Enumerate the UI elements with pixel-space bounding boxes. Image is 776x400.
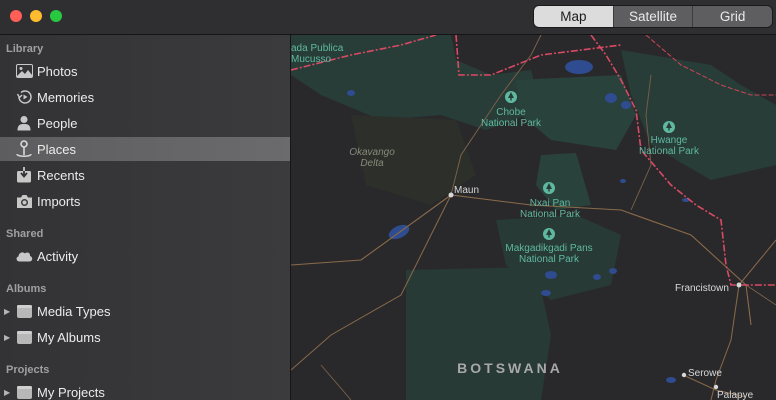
sidebar-item-places[interactable]: Places [0, 137, 290, 161]
sidebar-item-imports[interactable]: Imports [0, 189, 290, 213]
map-water [541, 290, 551, 296]
minimize-button[interactable] [30, 10, 42, 22]
southern-park-area [406, 267, 551, 400]
photos-icon [15, 62, 33, 80]
sidebar-item-label: My Albums [37, 329, 101, 345]
memories-icon [15, 88, 33, 106]
places-icon [15, 140, 33, 158]
sidebar-item-label: Media Types [37, 303, 111, 319]
sidebar-item-photos[interactable]: Photos [0, 59, 290, 83]
map-water [593, 274, 601, 280]
map-water [545, 271, 557, 279]
makgadi-label-line2: National Park [519, 254, 580, 265]
maun-label: Maun [454, 185, 479, 196]
makgadi-park-marker[interactable] [543, 228, 555, 240]
disclosure-triangle-icon[interactable]: ▶ [4, 307, 13, 316]
view-mode-segmented-control: Map Satellite Grid [534, 6, 772, 27]
people-icon [15, 114, 33, 132]
map-water [565, 60, 593, 74]
nxai-park-marker[interactable] [543, 182, 555, 194]
sidebar-item-my-albums[interactable]: ▶ My Albums [0, 325, 290, 349]
projects-section-header: Projects [6, 364, 50, 376]
makgadi-label-line1: Makgadikgadi Pans [505, 243, 592, 254]
palapye-marker[interactable] [713, 384, 719, 390]
zoom-button[interactable] [50, 10, 62, 22]
sidebar-item-label: Recents [37, 167, 85, 183]
satellite-view-button[interactable]: Satellite [612, 6, 693, 27]
folder-icon [15, 328, 33, 346]
cloud-icon [15, 247, 33, 265]
albums-section-header: Albums [6, 283, 47, 295]
sidebar: Library Photos Memories People Places Re… [0, 35, 291, 400]
serowe-marker[interactable] [681, 372, 687, 378]
francistown-label: Francistown [675, 283, 729, 294]
close-button[interactable] [10, 10, 22, 22]
sidebar-item-label: Imports [37, 193, 81, 209]
palapye-label: Palapye [717, 390, 754, 400]
nxai-label-line2: National Park [520, 209, 581, 220]
botswana-label: BOTSWANA [457, 360, 563, 376]
recents-icon [15, 166, 33, 184]
library-section-header: Library [6, 43, 44, 55]
imports-icon [15, 192, 33, 210]
map-water [621, 101, 631, 109]
hwange-label-line1: Hwange [651, 135, 688, 146]
hwange-park-marker[interactable] [663, 121, 675, 133]
nxai-label-line1: Nxai Pan [530, 198, 571, 209]
mucusso-label-line1: ada Publica [291, 43, 344, 54]
chobe-label-line2: National Park [481, 118, 542, 129]
sidebar-item-media-types[interactable]: ▶ Media Types [0, 299, 290, 323]
sidebar-item-label: Memories [37, 89, 95, 105]
disclosure-triangle-icon[interactable]: ▶ [4, 388, 13, 397]
map-view-button[interactable]: Map [534, 6, 613, 27]
places-map[interactable]: ada Publica Mucusso Okavango Delta Chobe… [291, 35, 776, 400]
sidebar-item-memories[interactable]: Memories [0, 85, 290, 109]
map-water [347, 90, 355, 96]
chobe-label-line1: Chobe [496, 107, 526, 118]
okavango-label-line2: Delta [360, 158, 384, 169]
sidebar-item-recents[interactable]: Recents [0, 163, 290, 187]
grid-view-button[interactable]: Grid [692, 6, 772, 27]
francistown-marker[interactable] [736, 282, 742, 288]
sidebar-item-people[interactable]: People [0, 111, 290, 135]
disclosure-triangle-icon[interactable]: ▶ [4, 333, 13, 342]
map-water [605, 93, 617, 103]
sidebar-item-label: Places [37, 141, 77, 157]
serowe-label: Serowe [688, 368, 722, 379]
photos-window: Map Satellite Grid Library Photos Memori… [0, 0, 776, 400]
folder-icon [15, 383, 33, 400]
title-bar: Map Satellite Grid [0, 0, 776, 35]
map-water [609, 268, 617, 274]
sidebar-item-activity[interactable]: Activity [0, 244, 290, 268]
map-water [666, 377, 676, 383]
sidebar-item-label: People [37, 115, 78, 131]
okavango-label-line1: Okavango [349, 147, 395, 158]
hwange-label-line2: National Park [639, 146, 700, 157]
maun-marker[interactable] [448, 192, 454, 198]
chobe-park-marker[interactable] [505, 91, 517, 103]
map-water [620, 179, 626, 183]
mucusso-label-line2: Mucusso [291, 54, 331, 65]
sidebar-item-my-projects[interactable]: ▶ My Projects [0, 380, 290, 400]
sidebar-item-label: Activity [37, 248, 79, 264]
shared-section-header: Shared [6, 228, 44, 240]
folder-icon [15, 302, 33, 320]
sidebar-item-label: Photos [37, 63, 78, 79]
sidebar-item-label: My Projects [37, 384, 105, 400]
